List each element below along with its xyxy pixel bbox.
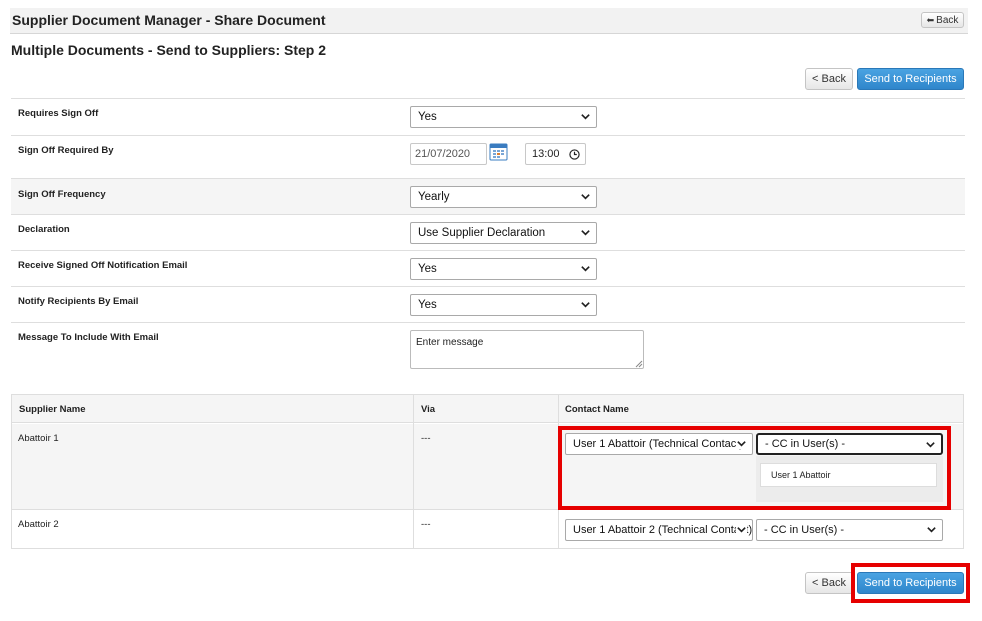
supplier-via: --- <box>421 433 431 444</box>
sign-off-frequency-label: Sign Off Frequency <box>18 189 106 200</box>
send-to-recipients-button-top[interactable]: Send to Recipients <box>857 68 964 90</box>
col-supplier-name: Supplier Name <box>19 404 86 415</box>
receive-notification-row: Receive Signed Off Notification Email Ye… <box>11 250 965 286</box>
back-button-bottom[interactable]: < Back <box>805 572 853 594</box>
sign-off-frequency-select[interactable]: Yearly <box>410 186 597 208</box>
app-title: Supplier Document Manager - Share Docume… <box>12 12 326 28</box>
supplier-name: Abattoir 1 <box>18 433 59 444</box>
chevron-down-icon <box>927 527 936 533</box>
calendar-icon[interactable] <box>489 142 508 161</box>
notify-recipients-label: Notify Recipients By Email <box>18 296 139 307</box>
header-back-label: Back <box>936 14 959 26</box>
chevron-down-icon <box>581 266 590 272</box>
chevron-down-icon <box>581 302 590 308</box>
supplier-name: Abattoir 2 <box>18 519 59 530</box>
chevron-down-icon <box>581 114 590 120</box>
message-textarea[interactable]: Enter message <box>410 330 644 369</box>
receive-notification-label: Receive Signed Off Notification Email <box>18 260 188 271</box>
chevron-down-icon <box>736 524 747 535</box>
message-label: Message To Include With Email <box>18 332 159 343</box>
receive-notification-select[interactable]: Yes <box>410 258 597 280</box>
cc-select-abattoir-2[interactable]: - CC in User(s) - <box>756 519 943 541</box>
sign-off-time-value: 13:00 <box>532 148 560 160</box>
requires-sign-off-value: Yes <box>418 111 437 123</box>
arrow-left-icon: ⬅ <box>926 14 935 25</box>
supplier-via: --- <box>421 519 431 530</box>
sign-off-date-input[interactable]: 21/07/2020 <box>410 143 487 165</box>
resize-handle-icon[interactable] <box>635 360 643 368</box>
declaration-row: Declaration Use Supplier Declaration <box>11 214 965 250</box>
sign-off-required-by-label: Sign Off Required By <box>18 145 114 156</box>
declaration-label: Declaration <box>18 224 70 235</box>
cc-value: - CC in User(s) - <box>764 524 845 536</box>
notify-recipients-row: Notify Recipients By Email Yes <box>11 286 965 322</box>
receive-notification-value: Yes <box>418 263 437 275</box>
chevron-down-icon <box>581 230 590 236</box>
requires-sign-off-label: Requires Sign Off <box>18 108 99 119</box>
contact-value: User 1 Abattoir 2 (Technical Contact) <box>573 524 753 536</box>
contact-select-abattoir-2[interactable]: User 1 Abattoir 2 (Technical Contact) <box>565 519 753 541</box>
title-bar: Supplier Document Manager - Share Docume… <box>10 8 968 34</box>
requires-sign-off-row: Requires Sign Off Yes <box>11 98 965 135</box>
col-contact-name: Contact Name <box>565 404 629 415</box>
column-divider <box>413 424 414 510</box>
declaration-value: Use Supplier Declaration <box>418 227 546 239</box>
sign-off-required-by-row: Sign Off Required By 21/07/2020 13:00 <box>11 135 965 178</box>
chevron-down-icon <box>581 194 590 200</box>
highlight-box-contact <box>558 426 951 510</box>
requires-sign-off-select[interactable]: Yes <box>410 106 597 128</box>
notify-recipients-value: Yes <box>418 299 437 311</box>
page-title: Multiple Documents - Send to Suppliers: … <box>11 42 327 58</box>
message-row: Message To Include With Email Enter mess… <box>11 322 965 378</box>
back-button-top[interactable]: < Back <box>805 68 853 90</box>
clock-icon <box>569 149 580 160</box>
col-via: Via <box>421 404 436 415</box>
declaration-select[interactable]: Use Supplier Declaration <box>410 222 597 244</box>
header-back-button[interactable]: ⬅ Back <box>921 12 964 28</box>
sign-off-frequency-row: Sign Off Frequency Yearly <box>11 178 965 214</box>
notify-recipients-select[interactable]: Yes <box>410 294 597 316</box>
sign-off-frequency-value: Yearly <box>418 191 450 203</box>
sign-off-time-input[interactable]: 13:00 <box>525 143 586 165</box>
highlight-box-send <box>851 563 970 603</box>
table-header <box>12 395 963 423</box>
